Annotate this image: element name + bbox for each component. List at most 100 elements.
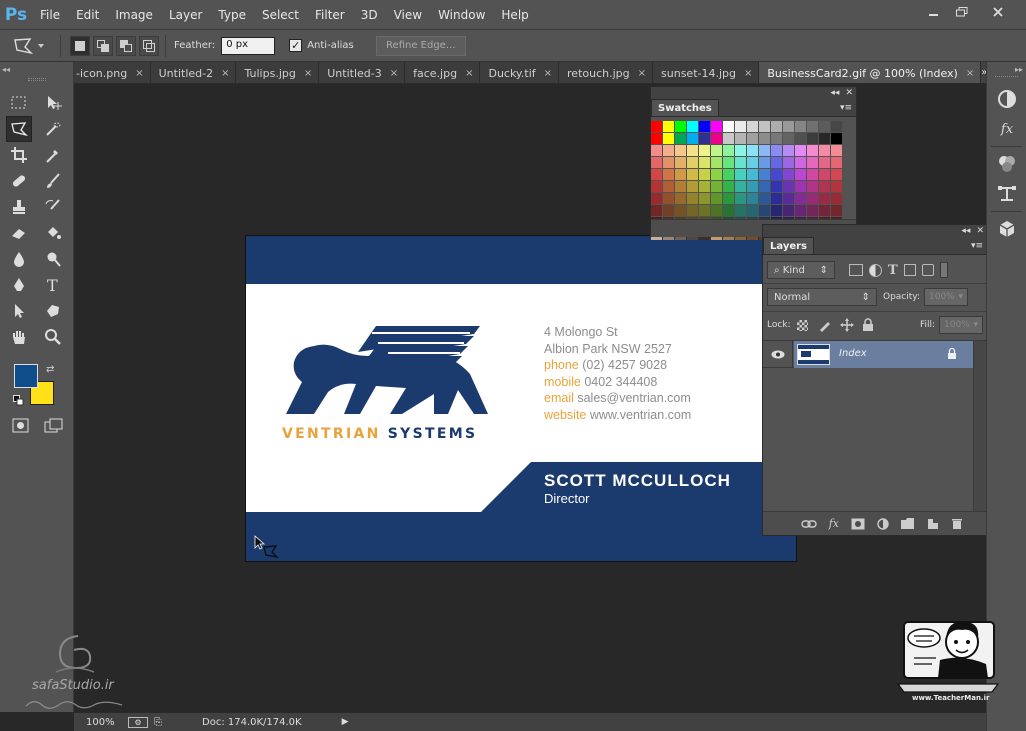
close-tab-icon[interactable]: × (304, 68, 312, 79)
color-swatch[interactable] (807, 193, 818, 204)
color-swatch[interactable] (795, 193, 806, 204)
doc-tab[interactable]: Ducky.tif × (480, 62, 560, 83)
lock-position-icon[interactable] (839, 318, 854, 332)
antialias-checkbox[interactable]: ✓ (289, 39, 303, 52)
tab-layers[interactable]: Layers (763, 237, 814, 254)
quick-mask-button[interactable] (12, 418, 30, 437)
color-swatch[interactable] (747, 181, 758, 192)
menu-window[interactable]: Window (430, 0, 493, 30)
color-swatch[interactable] (759, 181, 770, 192)
menu-layer[interactable]: Layer (161, 0, 210, 30)
doc-tab[interactable]: sunset-14.jpg × (653, 62, 760, 83)
color-swatch[interactable] (687, 133, 698, 144)
color-swatch[interactable] (687, 121, 698, 132)
menu-select[interactable]: Select (254, 0, 307, 30)
color-swatch[interactable] (723, 193, 734, 204)
close-panel-icon[interactable]: ✕ (976, 226, 984, 236)
color-swatch[interactable] (675, 169, 686, 180)
panel-menu-icon[interactable]: ▾≡ (840, 103, 852, 113)
blend-mode-select[interactable]: Normal ⇕ (767, 288, 877, 306)
trash-icon[interactable] (951, 518, 963, 530)
move-tool[interactable] (40, 90, 66, 116)
color-swatch[interactable] (675, 121, 686, 132)
healing-brush-tool[interactable] (6, 168, 32, 194)
color-swatch[interactable] (819, 193, 830, 204)
color-swatch[interactable] (675, 157, 686, 168)
color-swatch[interactable] (735, 193, 746, 204)
color-swatch[interactable] (651, 133, 662, 144)
color-swatch[interactable] (735, 145, 746, 156)
close-tab-icon[interactable]: × (465, 68, 473, 79)
color-swatch[interactable] (735, 157, 746, 168)
add-to-selection-button[interactable] (93, 35, 113, 56)
color-swatch[interactable] (735, 121, 746, 132)
color-swatch[interactable] (819, 157, 830, 168)
color-swatch[interactable] (831, 193, 842, 204)
color-swatch[interactable] (699, 205, 710, 216)
close-tab-icon[interactable]: × (221, 68, 229, 79)
adjustment-layer-icon[interactable] (877, 517, 889, 530)
color-swatch[interactable] (651, 157, 662, 168)
color-swatch[interactable] (783, 181, 794, 192)
color-swatch[interactable] (711, 133, 722, 144)
doc-tab[interactable]: Untitled-3 × (319, 62, 406, 83)
zoom-level[interactable]: 100% (86, 717, 118, 728)
color-swatch[interactable] (711, 121, 722, 132)
dock-3d-button[interactable] (992, 216, 1022, 242)
color-swatch[interactable] (783, 157, 794, 168)
color-swatch[interactable] (687, 169, 698, 180)
filter-smart-object-icon[interactable] (921, 264, 934, 276)
crop-tool[interactable] (6, 142, 32, 168)
opacity-input[interactable]: 100% ▾ (924, 288, 968, 306)
new-selection-button[interactable] (70, 35, 90, 56)
color-swatch[interactable] (699, 133, 710, 144)
paint-bucket-tool[interactable] (40, 220, 66, 246)
zoom-tool[interactable] (40, 324, 66, 350)
menu-image[interactable]: Image (107, 0, 161, 30)
color-swatch[interactable] (771, 181, 782, 192)
menu-3d[interactable]: 3D (353, 0, 386, 30)
color-swatch[interactable] (675, 193, 686, 204)
layer-style-icon[interactable]: fx (829, 517, 839, 530)
lock-all-icon[interactable] (862, 318, 874, 332)
close-tab-icon[interactable]: × (744, 68, 752, 79)
lasso-tool[interactable] (6, 116, 32, 142)
path-selection-tool[interactable] (6, 298, 32, 324)
color-swatch[interactable] (795, 133, 806, 144)
color-swatch[interactable] (807, 169, 818, 180)
document-canvas[interactable]: VENTRIAN SYSTEMS 4 Molongo St Albion Par… (246, 236, 796, 561)
doc-tab[interactable]: -icon.png × (74, 62, 151, 83)
collapse-panel-icon[interactable]: ◂◂ (830, 88, 839, 98)
color-swatch[interactable] (747, 193, 758, 204)
color-swatch[interactable] (831, 121, 842, 132)
color-swatch[interactable] (831, 205, 842, 216)
color-swatch[interactable] (723, 145, 734, 156)
swap-colors-icon[interactable]: ⇄ (46, 364, 54, 375)
color-swatch[interactable] (771, 205, 782, 216)
color-swatch[interactable] (771, 193, 782, 204)
screen-mode-button[interactable] (44, 418, 64, 437)
color-swatch[interactable] (795, 157, 806, 168)
doc-tab[interactable]: retouch.jpg × (559, 62, 654, 83)
color-swatch[interactable] (807, 145, 818, 156)
color-swatch[interactable] (663, 121, 674, 132)
layer-visibility-toggle[interactable] (763, 341, 793, 368)
color-swatch[interactable] (699, 169, 710, 180)
color-swatch[interactable] (723, 121, 734, 132)
color-swatch[interactable] (819, 145, 830, 156)
color-swatch[interactable] (831, 145, 842, 156)
color-swatch[interactable] (807, 181, 818, 192)
share-icon[interactable]: ⚙ (128, 716, 148, 728)
menu-type[interactable]: Type (210, 0, 254, 30)
collapse-toolbox-icon[interactable]: ◂◂ (2, 65, 10, 74)
color-swatch[interactable] (783, 121, 794, 132)
close-window-button[interactable] (984, 2, 1012, 22)
expand-panels-icon[interactable]: ▸▸ (987, 62, 1026, 74)
color-swatch[interactable] (687, 205, 698, 216)
color-swatch[interactable] (759, 193, 770, 204)
lock-image-icon[interactable] (818, 318, 832, 332)
color-swatch[interactable] (663, 157, 674, 168)
color-swatch[interactable] (675, 205, 686, 216)
color-swatch[interactable] (819, 133, 830, 144)
filter-shape-icon[interactable] (903, 264, 916, 276)
